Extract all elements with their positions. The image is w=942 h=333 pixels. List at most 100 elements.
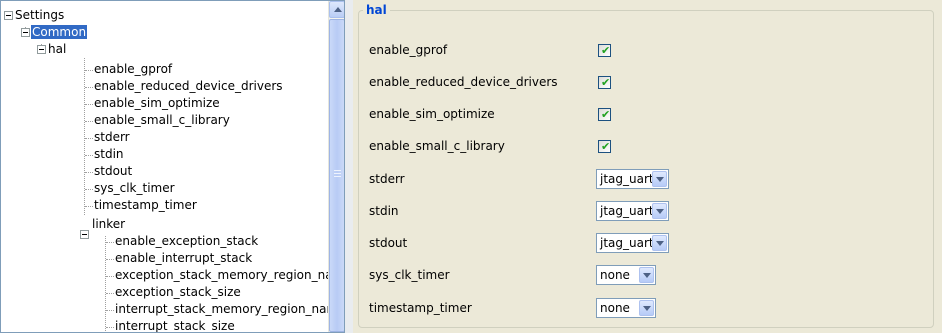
stdout-select[interactable]: jtag_uart xyxy=(596,233,669,253)
tree-leaf-enable-small-c-library[interactable]: enable_small_c_library xyxy=(93,112,231,129)
tree-connector xyxy=(106,293,114,294)
tree-node-label: enable_interrupt_stack xyxy=(115,251,253,265)
checkmark-icon: ✔ xyxy=(601,44,611,57)
scrollbar-thumb[interactable] xyxy=(329,19,344,332)
property-label: enable_reduced_device_drivers xyxy=(369,75,558,89)
tree-leaf-stdin[interactable]: stdin xyxy=(93,146,125,163)
tree-node-settings[interactable]: Settings xyxy=(14,7,65,24)
tree-leaf-sys-clk-timer[interactable]: sys_clk_timer xyxy=(93,180,176,197)
tree-leaf-enable-reduced-device-drivers[interactable]: enable_reduced_device_drivers xyxy=(93,78,284,95)
dropdown-arrow-icon[interactable] xyxy=(652,203,667,219)
tree-node-label: hal xyxy=(48,42,67,56)
tree-leaf-enable-sim-optimize[interactable]: enable_sim_optimize xyxy=(93,95,221,112)
tree-node-label: linker xyxy=(92,217,126,231)
enable-reduced-device-drivers-checkbox[interactable]: ✔ xyxy=(598,76,611,89)
sys-clk-timer-select[interactable]: none xyxy=(596,265,656,285)
properties-panel: hal enable_gprof ✔ enable_reduced_device… xyxy=(353,0,942,333)
tree-node-label: stdout xyxy=(94,164,133,178)
tree-connector xyxy=(85,206,93,207)
checkmark-icon: ✔ xyxy=(601,76,611,89)
tree-connector xyxy=(85,104,93,105)
checkmark-icon: ✔ xyxy=(601,108,611,121)
tree-node-label: Common xyxy=(31,25,88,39)
dropdown-arrow-icon[interactable] xyxy=(639,300,654,316)
tree-node-label: sys_clk_timer xyxy=(94,181,175,195)
tree-connector xyxy=(105,236,106,331)
tree-connector xyxy=(85,138,93,139)
tree-leaf-timestamp-timer[interactable]: timestamp_timer xyxy=(93,197,198,214)
checkmark-icon: ✔ xyxy=(601,140,611,153)
tree-leaf-stdout[interactable]: stdout xyxy=(93,163,133,180)
tree-node-label: enable_small_c_library xyxy=(94,113,230,127)
timestamp-timer-select[interactable]: none xyxy=(596,298,656,318)
dropdown-arrow-icon[interactable] xyxy=(652,235,667,251)
enable-small-c-library-checkbox[interactable]: ✔ xyxy=(598,140,611,153)
enable-sim-optimize-checkbox[interactable]: ✔ xyxy=(598,108,611,121)
tree-node-label: enable_reduced_device_drivers xyxy=(94,79,283,93)
tree-connector xyxy=(85,155,93,156)
select-value: none xyxy=(600,301,630,315)
group-title: hal xyxy=(363,3,390,17)
tree-node-label: interrupt_stack_memory_region_narr xyxy=(115,302,337,316)
scroll-up-icon[interactable] xyxy=(329,1,344,18)
tree-leaf-exception-stack-size[interactable]: exception_stack_size xyxy=(114,284,242,301)
tree-connector xyxy=(84,58,85,215)
tree-node-common[interactable]: Common xyxy=(31,24,88,41)
tree-node-linker[interactable]: linker xyxy=(91,216,126,233)
collapse-icon[interactable] xyxy=(80,230,89,239)
select-value: jtag_uart xyxy=(600,236,654,250)
tree-node-label: stdin xyxy=(94,147,124,161)
tree-connector xyxy=(106,310,114,311)
select-value: jtag_uart xyxy=(600,172,654,186)
property-label: enable_small_c_library xyxy=(369,139,505,153)
collapse-icon[interactable] xyxy=(37,45,46,54)
property-label: enable_gprof xyxy=(369,43,448,57)
tree-leaf-interrupt-stack-size[interactable]: interrupt_stack_size xyxy=(114,318,236,333)
tree-connector xyxy=(85,172,93,173)
collapse-icon[interactable] xyxy=(21,28,30,37)
tree-connector xyxy=(85,121,93,122)
tree-node-label: stderr xyxy=(94,130,130,144)
tree-connector xyxy=(85,87,93,88)
tree-vertical-scrollbar[interactable] xyxy=(328,1,344,332)
panel-splitter[interactable] xyxy=(345,0,353,333)
tree-leaf-exception-stack-memory-region[interactable]: exception_stack_memory_region_na xyxy=(114,267,334,284)
collapse-icon[interactable] xyxy=(4,11,13,20)
tree-leaf-stderr[interactable]: stderr xyxy=(93,129,131,146)
grip-line xyxy=(334,176,341,177)
select-value: none xyxy=(600,268,630,282)
tree-connector xyxy=(85,70,93,71)
dropdown-arrow-icon[interactable] xyxy=(639,267,654,283)
select-value: jtag_uart xyxy=(600,204,654,218)
enable-gprof-checkbox[interactable]: ✔ xyxy=(598,44,611,57)
tree-leaf-interrupt-stack-memory-region[interactable]: interrupt_stack_memory_region_narr xyxy=(114,301,337,318)
property-label: enable_sim_optimize xyxy=(369,107,495,121)
tree-node-hal[interactable]: hal xyxy=(47,41,67,58)
tree-leaf-enable-gprof[interactable]: enable_gprof xyxy=(93,61,173,78)
property-label: stdout xyxy=(369,236,408,250)
tree-connector xyxy=(106,327,114,328)
settings-tree[interactable]: Settings Common hal enable_gprof enable_… xyxy=(0,0,345,333)
tree-node-label: timestamp_timer xyxy=(94,198,197,212)
stderr-select[interactable]: jtag_uart xyxy=(596,169,669,189)
tree-node-label: exception_stack_size xyxy=(115,285,241,299)
tree-node-label: enable_sim_optimize xyxy=(94,96,220,110)
property-label: stdin xyxy=(369,204,399,218)
tree-node-label: enable_gprof xyxy=(94,62,173,76)
tree-leaf-enable-interrupt-stack[interactable]: enable_interrupt_stack xyxy=(114,250,253,267)
tree-connector xyxy=(85,189,93,190)
tree-node-label: enable_exception_stack xyxy=(115,234,259,248)
tree-leaf-enable-exception-stack[interactable]: enable_exception_stack xyxy=(114,233,259,250)
stdin-select[interactable]: jtag_uart xyxy=(596,201,669,221)
tree-node-label: interrupt_stack_size xyxy=(115,319,235,333)
dropdown-arrow-icon[interactable] xyxy=(652,171,667,187)
property-label: sys_clk_timer xyxy=(369,268,450,282)
tree-connector xyxy=(106,276,114,277)
property-label: timestamp_timer xyxy=(369,301,472,315)
property-label: stderr xyxy=(369,172,405,186)
tree-node-label: exception_stack_memory_region_na xyxy=(115,268,333,282)
grip-line xyxy=(334,173,341,174)
tree-connector xyxy=(106,259,114,260)
grip-line xyxy=(334,170,341,171)
tree-connector xyxy=(106,242,114,243)
